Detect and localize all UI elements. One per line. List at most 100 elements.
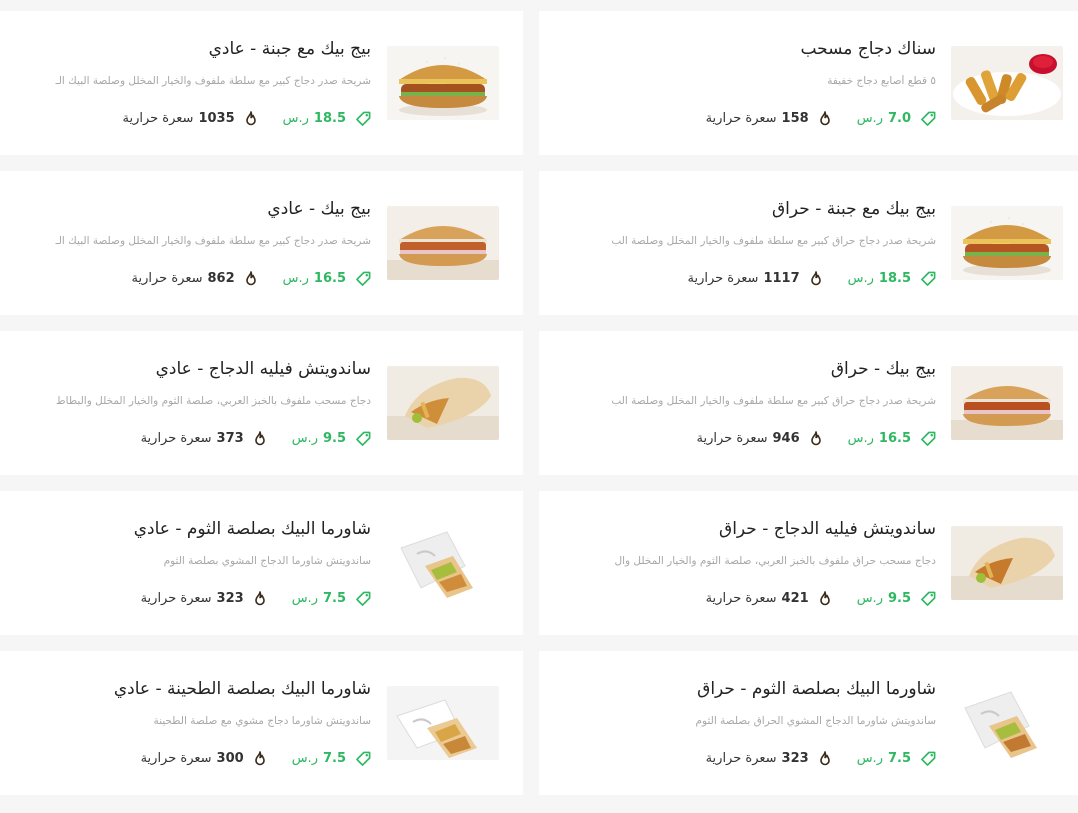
price-tag-icon	[356, 591, 371, 606]
flame-icon	[810, 431, 822, 446]
calorie-label: سعرة حرارية	[140, 591, 212, 606]
price-tag-icon	[356, 751, 371, 766]
wrap-image	[951, 526, 1063, 600]
burger-cheese-image	[387, 46, 499, 120]
flame-icon	[254, 751, 266, 766]
calorie-value: 300	[216, 751, 244, 766]
item-price: 7.5 ر.س	[292, 751, 371, 766]
item-title: ساندويتش فيليه الدجاج - عادي	[155, 359, 371, 379]
wrap-image	[387, 366, 499, 440]
item-meta: 7.5 ر.س 300 سعرة حرارية	[141, 751, 371, 766]
item-price: 9.5 ر.س	[292, 431, 371, 446]
burger-image	[951, 366, 1063, 440]
currency-label: ر.س	[282, 271, 309, 286]
item-price: 16.5 ر.س	[283, 271, 371, 286]
price-tag-icon	[356, 111, 371, 126]
item-title: شاورما البيك بصلصة الثوم - عادي	[133, 519, 371, 539]
item-description: ٥ قطع أصابع دجاج خفيفة	[827, 75, 936, 87]
calorie-label: سعرة حرارية	[705, 111, 777, 126]
calorie-value: 323	[216, 591, 244, 606]
flame-icon	[819, 591, 831, 606]
item-price: 7.5 ر.س	[857, 751, 936, 766]
item-meta: 7.5 ر.س 323 سعرة حرارية	[141, 591, 371, 606]
menu-item-card[interactable]: بيج بيك - حراق شريحة صدر دجاج حراق كبير …	[539, 331, 1078, 475]
calorie-label: سعرة حرارية	[705, 591, 777, 606]
price-value: 9.5	[887, 591, 911, 606]
calorie-value: 1117	[763, 271, 800, 286]
item-calories: 158 سعرة حرارية	[706, 111, 831, 126]
currency-label: ر.س	[847, 271, 874, 286]
item-calories: 946 سعرة حرارية	[697, 431, 822, 446]
calorie-label: سعرة حرارية	[140, 431, 212, 446]
currency-label: ر.س	[856, 111, 883, 126]
menu-item-card[interactable]: شاورما البيك بصلصة الطحينة - عادي ساندوي…	[0, 651, 523, 795]
calorie-value: 421	[781, 591, 809, 606]
item-title: بيج بيك - حراق	[830, 359, 936, 379]
menu-item-card[interactable]: شاورما البيك بصلصة الثوم - حراق ساندويتش…	[539, 651, 1078, 795]
calorie-value: 373	[216, 431, 244, 446]
price-value: 16.5	[313, 271, 346, 286]
item-title: شاورما البيك بصلصة الطحينة - عادي	[113, 679, 371, 699]
item-title: بيج بيك مع جبنة - عادي	[208, 39, 371, 59]
calorie-label: سعرة حرارية	[131, 271, 203, 286]
currency-label: ر.س	[847, 431, 874, 446]
item-title: ساندويتش فيليه الدجاج - حراق	[719, 519, 936, 539]
price-tag-icon	[921, 271, 936, 286]
item-price: 7.0 ر.س	[857, 111, 936, 126]
menu-item-card[interactable]: سناك دجاج مسحب ٥ قطع أصابع دجاج خفيفة 7.…	[539, 11, 1078, 155]
item-calories: 1035 سعرة حرارية	[122, 111, 256, 126]
calorie-label: سعرة حرارية	[122, 111, 194, 126]
calorie-value: 946	[772, 431, 800, 446]
price-value: 7.0	[887, 111, 911, 126]
flame-icon	[245, 271, 257, 286]
item-calories: 373 سعرة حرارية	[141, 431, 266, 446]
item-price: 16.5 ر.س	[848, 431, 936, 446]
item-calories: 323 سعرة حرارية	[706, 751, 831, 766]
item-title: سناك دجاج مسحب	[800, 39, 936, 59]
item-meta: 18.5 ر.س 1035 سعرة حرارية	[122, 111, 371, 126]
calorie-value: 862	[207, 271, 235, 286]
item-meta: 9.5 ر.س 421 سعرة حرارية	[706, 591, 936, 606]
item-meta: 16.5 ر.س 862 سعرة حرارية	[132, 271, 371, 286]
item-price: 18.5 ر.س	[848, 271, 936, 286]
menu-item-card[interactable]: ساندويتش فيليه الدجاج - حراق دجاج مسحب ح…	[539, 491, 1078, 635]
calorie-label: سعرة حرارية	[705, 751, 777, 766]
calorie-label: سعرة حرارية	[140, 751, 212, 766]
burger-cheese-image	[951, 206, 1063, 280]
calorie-value: 1035	[198, 111, 235, 126]
price-value: 18.5	[313, 111, 346, 126]
currency-label: ر.س	[291, 751, 318, 766]
currency-label: ر.س	[291, 591, 318, 606]
price-value: 7.5	[322, 751, 346, 766]
currency-label: ر.س	[282, 111, 309, 126]
price-value: 16.5	[878, 431, 911, 446]
shawarma-image	[951, 686, 1063, 760]
burger-image	[387, 206, 499, 280]
flame-icon	[810, 271, 822, 286]
item-title: بيج بيك - عادي	[267, 199, 371, 219]
item-calories: 323 سعرة حرارية	[141, 591, 266, 606]
calorie-value: 323	[781, 751, 809, 766]
calorie-label: سعرة حرارية	[696, 431, 768, 446]
currency-label: ر.س	[856, 591, 883, 606]
item-calories: 421 سعرة حرارية	[706, 591, 831, 606]
menu-item-card[interactable]: شاورما البيك بصلصة الثوم - عادي ساندويتش…	[0, 491, 523, 635]
flame-icon	[245, 111, 257, 126]
menu-item-card[interactable]: ساندويتش فيليه الدجاج - عادي دجاج مسحب م…	[0, 331, 523, 475]
menu-item-card[interactable]: بيج بيك مع جبنة - عادي شريحة صدر دجاج كب…	[0, 11, 523, 155]
shawarma-image	[387, 526, 499, 600]
item-title: شاورما البيك بصلصة الثوم - حراق	[697, 679, 936, 699]
item-description: شريحة صدر دجاج كبير مع سلطة ملفوف والخيا…	[55, 75, 371, 87]
price-tag-icon	[921, 751, 936, 766]
menu-item-card[interactable]: بيج بيك - عادي شريحة صدر دجاج كبير مع سل…	[0, 171, 523, 315]
chicken-strips-image	[951, 46, 1063, 120]
shawarma-image	[387, 686, 499, 760]
price-value: 18.5	[878, 271, 911, 286]
price-tag-icon	[921, 591, 936, 606]
price-tag-icon	[356, 271, 371, 286]
item-title: بيج بيك مع جبنة - حراق	[771, 199, 936, 219]
menu-item-card[interactable]: بيج بيك مع جبنة - حراق شريحة صدر دجاج حر…	[539, 171, 1078, 315]
item-description: ساندويتش شاورما دجاج مشوي مع صلصة الطحين…	[153, 715, 371, 727]
calorie-value: 158	[781, 111, 809, 126]
item-description: دجاج مسحب حراق ملفوف بالخبز العربي، صلصة…	[614, 555, 936, 567]
